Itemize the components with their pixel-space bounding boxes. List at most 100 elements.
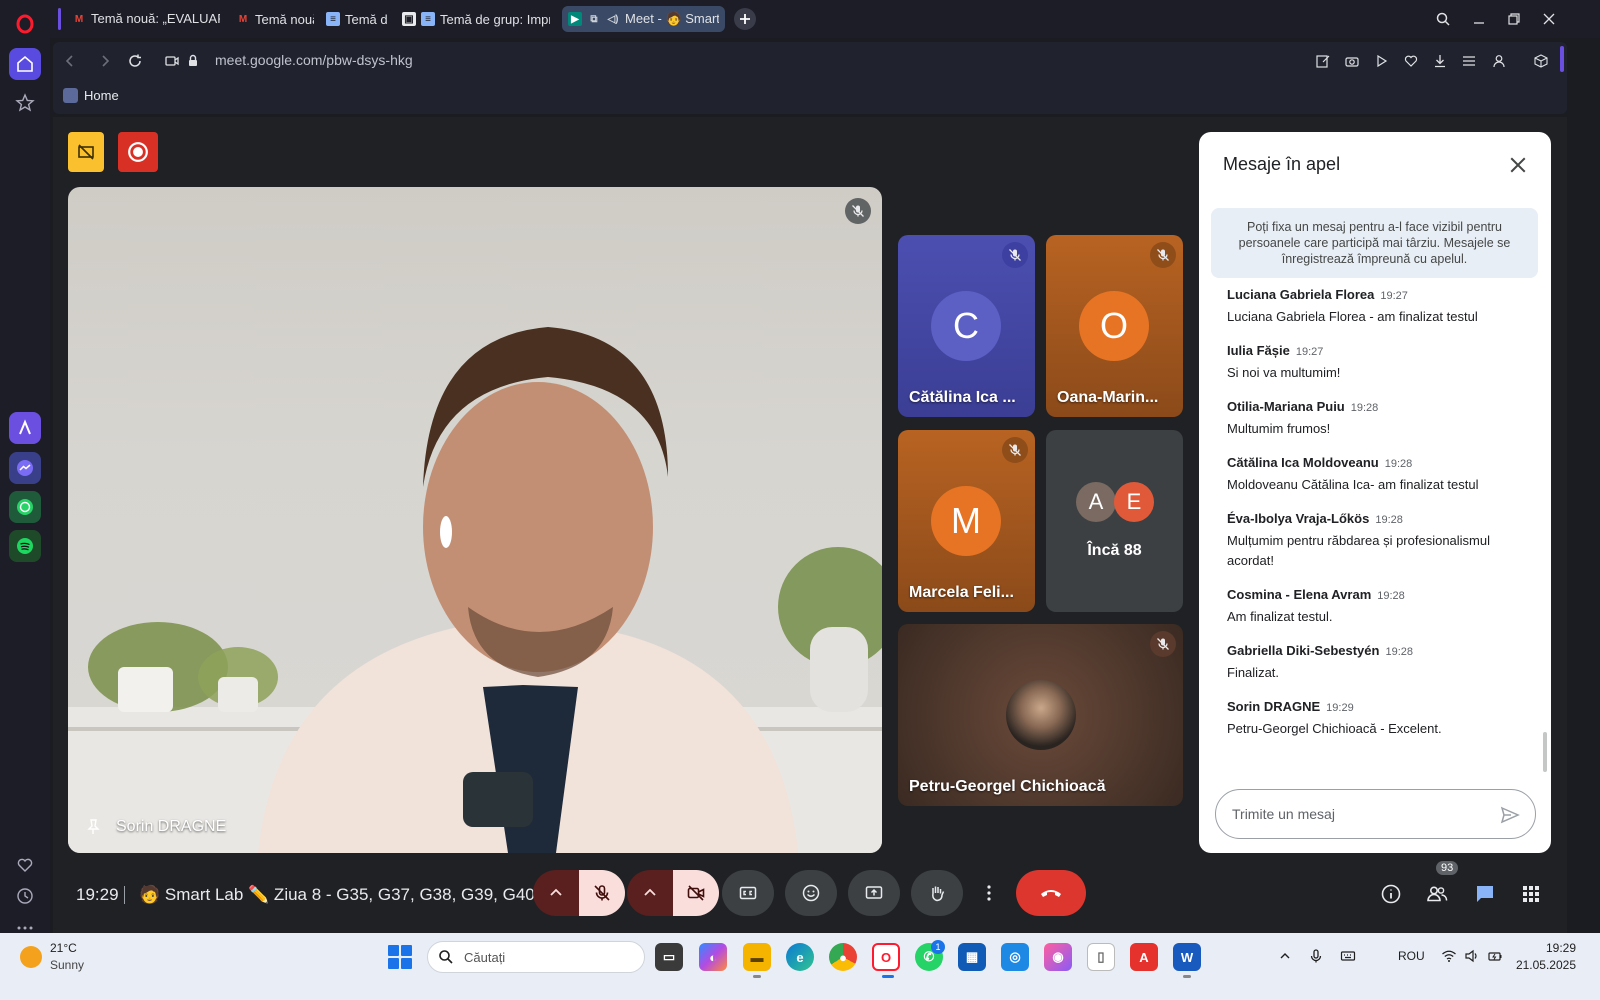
volume-icon[interactable] xyxy=(1463,947,1481,965)
avatar: A xyxy=(1076,482,1116,522)
chrome-icon[interactable]: ● xyxy=(829,943,857,971)
recording-indicator[interactable] xyxy=(118,132,158,172)
snapshot-icon[interactable] xyxy=(1341,50,1363,72)
task-view-icon[interactable]: ▭ xyxy=(655,943,683,971)
whatsapp-icon[interactable] xyxy=(9,491,41,523)
taskbar-date[interactable]: 21.05.2025 xyxy=(1506,958,1576,972)
minimize-button[interactable] xyxy=(1468,8,1490,30)
camera-toggle-button[interactable] xyxy=(673,870,719,916)
chat-icon[interactable] xyxy=(1472,881,1498,907)
active-indicator xyxy=(882,975,894,978)
easy-setup-icon[interactable] xyxy=(1458,50,1480,72)
captions-button[interactable] xyxy=(722,870,774,916)
activities-icon[interactable] xyxy=(1518,881,1544,907)
meeting-clock: 19:29 xyxy=(76,885,119,904)
download-icon[interactable] xyxy=(1429,50,1451,72)
star-icon[interactable] xyxy=(9,87,41,119)
camera-indicator-icon[interactable] xyxy=(161,50,183,72)
show-hidden-icons-icon[interactable] xyxy=(1276,947,1294,965)
message-text: Petru-Georgel Chichioacă - Excelent. xyxy=(1227,721,1442,736)
battery-icon[interactable] xyxy=(1486,947,1504,965)
back-icon[interactable] xyxy=(59,50,81,72)
home-icon[interactable] xyxy=(9,48,41,80)
microsoft-store-icon[interactable]: ▦ xyxy=(958,943,986,971)
restore-button[interactable] xyxy=(1503,8,1525,30)
keyboard-icon[interactable] xyxy=(1339,947,1357,965)
reload-icon[interactable] xyxy=(124,50,146,72)
messenger-icon[interactable] xyxy=(9,452,41,484)
chat-message: Iulia Fășie 19:27 Si noi va multumim! xyxy=(1227,343,1527,383)
participant-tile-oana[interactable]: O Oana-Marin... xyxy=(1046,235,1183,417)
audio-options-button[interactable] xyxy=(533,870,579,916)
microphone-toggle-button[interactable] xyxy=(579,870,625,916)
chat-message: Otilia-Mariana Puiu 19:28 Multumim frumos… xyxy=(1227,399,1527,439)
flow-icon[interactable] xyxy=(1371,50,1393,72)
taskbar-time[interactable]: 19:29 xyxy=(1516,941,1576,955)
opera-logo-icon[interactable] xyxy=(9,8,41,40)
send-icon[interactable] xyxy=(1499,804,1521,826)
people-icon[interactable] xyxy=(1424,881,1450,907)
captions-off-indicator[interactable] xyxy=(68,132,104,172)
profile-icon[interactable] xyxy=(1488,50,1510,72)
favorite-icon[interactable] xyxy=(1400,50,1422,72)
weather-temperature[interactable]: 21°C xyxy=(50,941,77,955)
url-field[interactable]: meet.google.com/pbw-dsys-hkg xyxy=(215,52,413,68)
tab-classroom[interactable]: ▣ ≡ Temă de grup: Imprim xyxy=(396,6,556,32)
more-options-button[interactable] xyxy=(974,870,1004,916)
wifi-icon[interactable] xyxy=(1440,947,1458,965)
aria-icon[interactable] xyxy=(9,412,41,444)
chat-panel: Mesaje în apel Poți fixa un mesaj pentru… xyxy=(1199,132,1551,853)
heart-icon[interactable] xyxy=(9,849,41,881)
extensions-icon[interactable] xyxy=(1530,50,1552,72)
close-window-button[interactable] xyxy=(1538,8,1560,30)
history-icon[interactable] xyxy=(9,880,41,912)
main-video-tile[interactable]: Sorin DRAGNE xyxy=(68,187,882,853)
reactions-button[interactable] xyxy=(785,870,837,916)
tab-document[interactable]: ≡ Temă de c xyxy=(320,6,394,32)
leave-call-button[interactable] xyxy=(1016,870,1086,916)
raise-hand-button[interactable] xyxy=(911,870,963,916)
meeting-details-icon[interactable] xyxy=(1378,881,1404,907)
tab-gmail-1[interactable]: M Temă nouă: „EVALUARE 💡 xyxy=(66,6,226,32)
word-icon[interactable]: W xyxy=(1173,943,1201,971)
search-tabs-icon[interactable] xyxy=(1432,8,1454,30)
file-explorer-icon[interactable]: ▬ xyxy=(743,943,771,971)
windows-start-icon[interactable] xyxy=(388,945,412,969)
microphone-tray-icon[interactable] xyxy=(1307,947,1325,965)
photos-icon[interactable]: ◉ xyxy=(1044,943,1072,971)
pdf-reader-icon[interactable]: A xyxy=(1130,943,1158,971)
lock-icon[interactable] xyxy=(182,50,204,72)
forward-icon[interactable] xyxy=(94,50,116,72)
participant-tile-catalina[interactable]: C Cătălina Ica ... xyxy=(898,235,1035,417)
video-options-button[interactable] xyxy=(627,870,673,916)
message-sender: Gabriella Diki-Sebestyén xyxy=(1227,643,1380,658)
close-chat-button[interactable] xyxy=(1503,150,1533,180)
chat-scrollbar[interactable] xyxy=(1543,732,1547,772)
edit-page-icon[interactable] xyxy=(1312,50,1334,72)
notepad-icon[interactable]: ▯ xyxy=(1087,943,1115,971)
bookmark-home[interactable]: Home xyxy=(63,88,119,103)
participant-tile-marcela[interactable]: M Marcela Feli... xyxy=(898,430,1035,612)
others-tile[interactable]: A E Încă 88 xyxy=(1046,430,1183,612)
sun-icon[interactable] xyxy=(20,946,42,968)
tab-strip: M Temă nouă: „EVALUARE 💡 M Temă nouă: „ … xyxy=(50,0,1600,38)
edge-icon[interactable]: e xyxy=(786,943,814,971)
pin-icon[interactable] xyxy=(84,818,102,836)
chat-message-input[interactable] xyxy=(1215,789,1536,839)
weather-description[interactable]: Sunny xyxy=(50,958,84,972)
tab-gmail-2[interactable]: M Temă nouă: „ xyxy=(230,6,320,32)
tab-meet[interactable]: ▶ ⧉ ◁) Meet - 🧑 Smart L xyxy=(562,6,725,32)
app-icon-blue[interactable]: ◎ xyxy=(1001,943,1029,971)
copilot-icon[interactable]: ◐ xyxy=(699,943,727,971)
present-screen-button[interactable] xyxy=(848,870,900,916)
participant-tile-petru[interactable]: Petru-Georgel Chichioacă xyxy=(898,624,1183,806)
chat-message: Luciana Gabriela Florea 19:27 Luciana Gab… xyxy=(1227,287,1527,327)
opera-taskbar-icon[interactable]: O xyxy=(872,943,900,971)
input-language[interactable]: ROU xyxy=(1398,949,1425,963)
main-tile-mic-off-icon xyxy=(845,198,871,224)
others-count-label: Încă 88 xyxy=(1087,542,1142,559)
tab-group-marker xyxy=(58,8,61,30)
spotify-icon[interactable] xyxy=(9,530,41,562)
new-tab-button[interactable] xyxy=(734,8,756,30)
taskbar-search-input[interactable] xyxy=(427,941,645,973)
